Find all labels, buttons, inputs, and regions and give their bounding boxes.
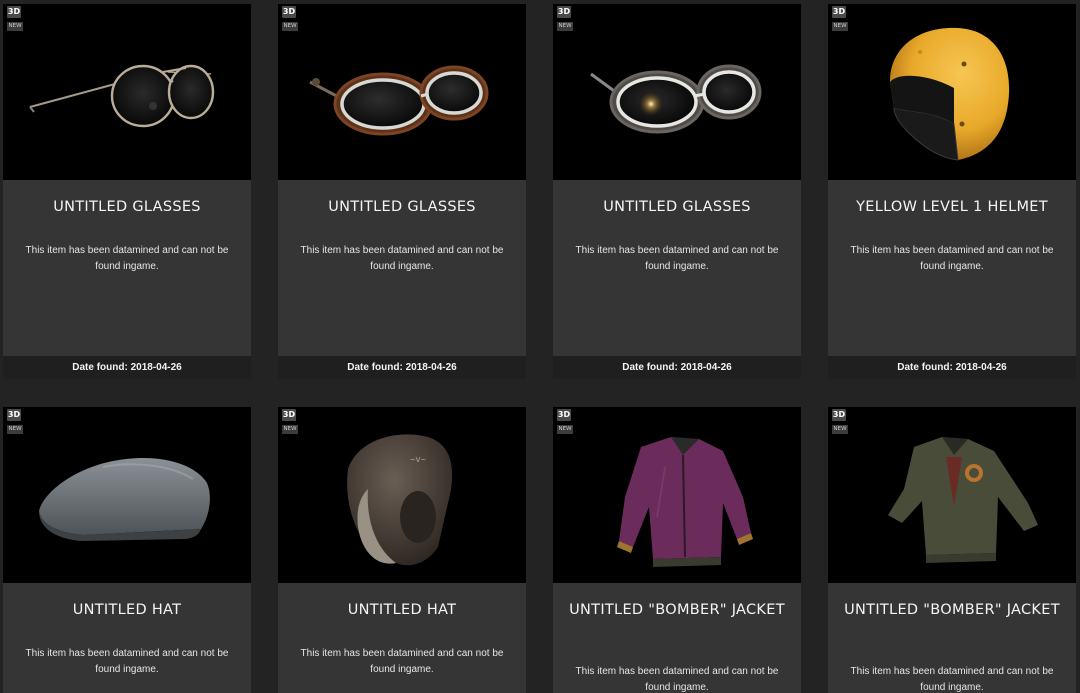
item-description: This item has been datamined and can not…: [300, 245, 504, 272]
purple-bomber-jacket-icon: [617, 437, 753, 567]
item-card[interactable]: 3D NEW UNTITLED GLASSES This item has be…: [553, 4, 801, 379]
item-title: UNTITLED GLASSES: [603, 199, 751, 215]
item-title: YELLOW LEVEL 1 HELMET: [856, 199, 1048, 215]
date-found: Date found: 2018-04-26: [278, 356, 526, 379]
new-badge: NEW: [557, 22, 573, 31]
3d-badge: 3D: [282, 409, 296, 421]
date-found: Date found: 2018-04-26: [553, 356, 801, 379]
yellow-helmet-icon: [890, 27, 1010, 161]
item-image[interactable]: 3D NEW: [553, 4, 801, 180]
date-found: Date found: 2018-04-26: [3, 356, 251, 379]
3d-badge: 3D: [832, 6, 846, 18]
new-badge: NEW: [282, 425, 298, 434]
item-title: UNTITLED GLASSES: [53, 199, 201, 215]
item-title: UNTITLED "BOMBER" JACKET: [569, 602, 785, 618]
new-badge: NEW: [7, 425, 23, 434]
new-badge: NEW: [7, 22, 23, 31]
item-title: UNTITLED HAT: [347, 602, 457, 618]
3d-badge: 3D: [7, 409, 21, 421]
3d-badge: 3D: [832, 409, 846, 421]
item-card[interactable]: 3D NEW UNTITLED "BOMBER" JACKET This ite…: [828, 407, 1076, 693]
grey-goggles-icon: [590, 64, 762, 134]
item-title: UNTITLED "BOMBER" JACKET: [844, 602, 1060, 618]
olive-bomber-jacket-icon: [888, 437, 1038, 563]
item-image[interactable]: 3D NEW: [3, 4, 251, 180]
item-image[interactable]: 3D NEW: [278, 4, 526, 180]
item-grid: 3D NEW UNTITLED GLASSES This item has be…: [0, 0, 1080, 693]
leather-goggles-icon: [309, 65, 489, 136]
item-image[interactable]: 3D NEW: [828, 407, 1076, 583]
item-card[interactable]: 3D NEW UNTITLED HAT This item has been d…: [3, 407, 251, 693]
round-glasses-icon: [29, 64, 215, 128]
item-title: UNTITLED GLASSES: [328, 199, 476, 215]
3d-badge: 3D: [7, 6, 21, 18]
aviator-hat-icon: ~V~: [347, 434, 453, 566]
3d-badge: 3D: [282, 6, 296, 18]
item-description: This item has been datamined and can not…: [25, 245, 229, 272]
date-found: Date found: 2018-04-26: [828, 356, 1076, 379]
item-description: This item has been datamined and can not…: [575, 245, 779, 272]
new-badge: NEW: [282, 22, 298, 31]
item-card[interactable]: 3D NEW UNTITLED GLASSES This item has be…: [278, 4, 526, 379]
flat-cap-icon: [39, 457, 210, 541]
item-description: This item has been datamined and can not…: [850, 245, 1054, 272]
item-image[interactable]: 3D NEW: [553, 407, 801, 583]
item-image[interactable]: 3D NEW: [828, 4, 1076, 180]
item-description: This item has been datamined and can not…: [25, 648, 229, 675]
svg-text:~V~: ~V~: [410, 456, 427, 464]
new-badge: NEW: [557, 425, 573, 434]
item-description: This item has been datamined and can not…: [850, 666, 1054, 693]
item-image[interactable]: 3D NEW: [3, 407, 251, 583]
item-card[interactable]: 3D NEW UNTITLED GLASSES This item has be…: [3, 4, 251, 379]
3d-badge: 3D: [557, 6, 571, 18]
item-card[interactable]: 3D NEW YELLOW LEVEL 1 HELMET This item h…: [828, 4, 1076, 379]
item-card[interactable]: ~V~ 3D NEW UNTITLED HAT This item has be…: [278, 407, 526, 693]
item-description: This item has been datamined and can not…: [300, 648, 504, 675]
item-description: This item has been datamined and can not…: [575, 666, 779, 693]
new-badge: NEW: [832, 22, 848, 31]
3d-badge: 3D: [557, 409, 571, 421]
new-badge: NEW: [832, 425, 848, 434]
item-title: UNTITLED HAT: [72, 602, 182, 618]
item-image[interactable]: ~V~ 3D NEW: [278, 407, 526, 583]
item-card[interactable]: 3D NEW UNTITLED "BOMBER" JACKET This ite…: [553, 407, 801, 693]
